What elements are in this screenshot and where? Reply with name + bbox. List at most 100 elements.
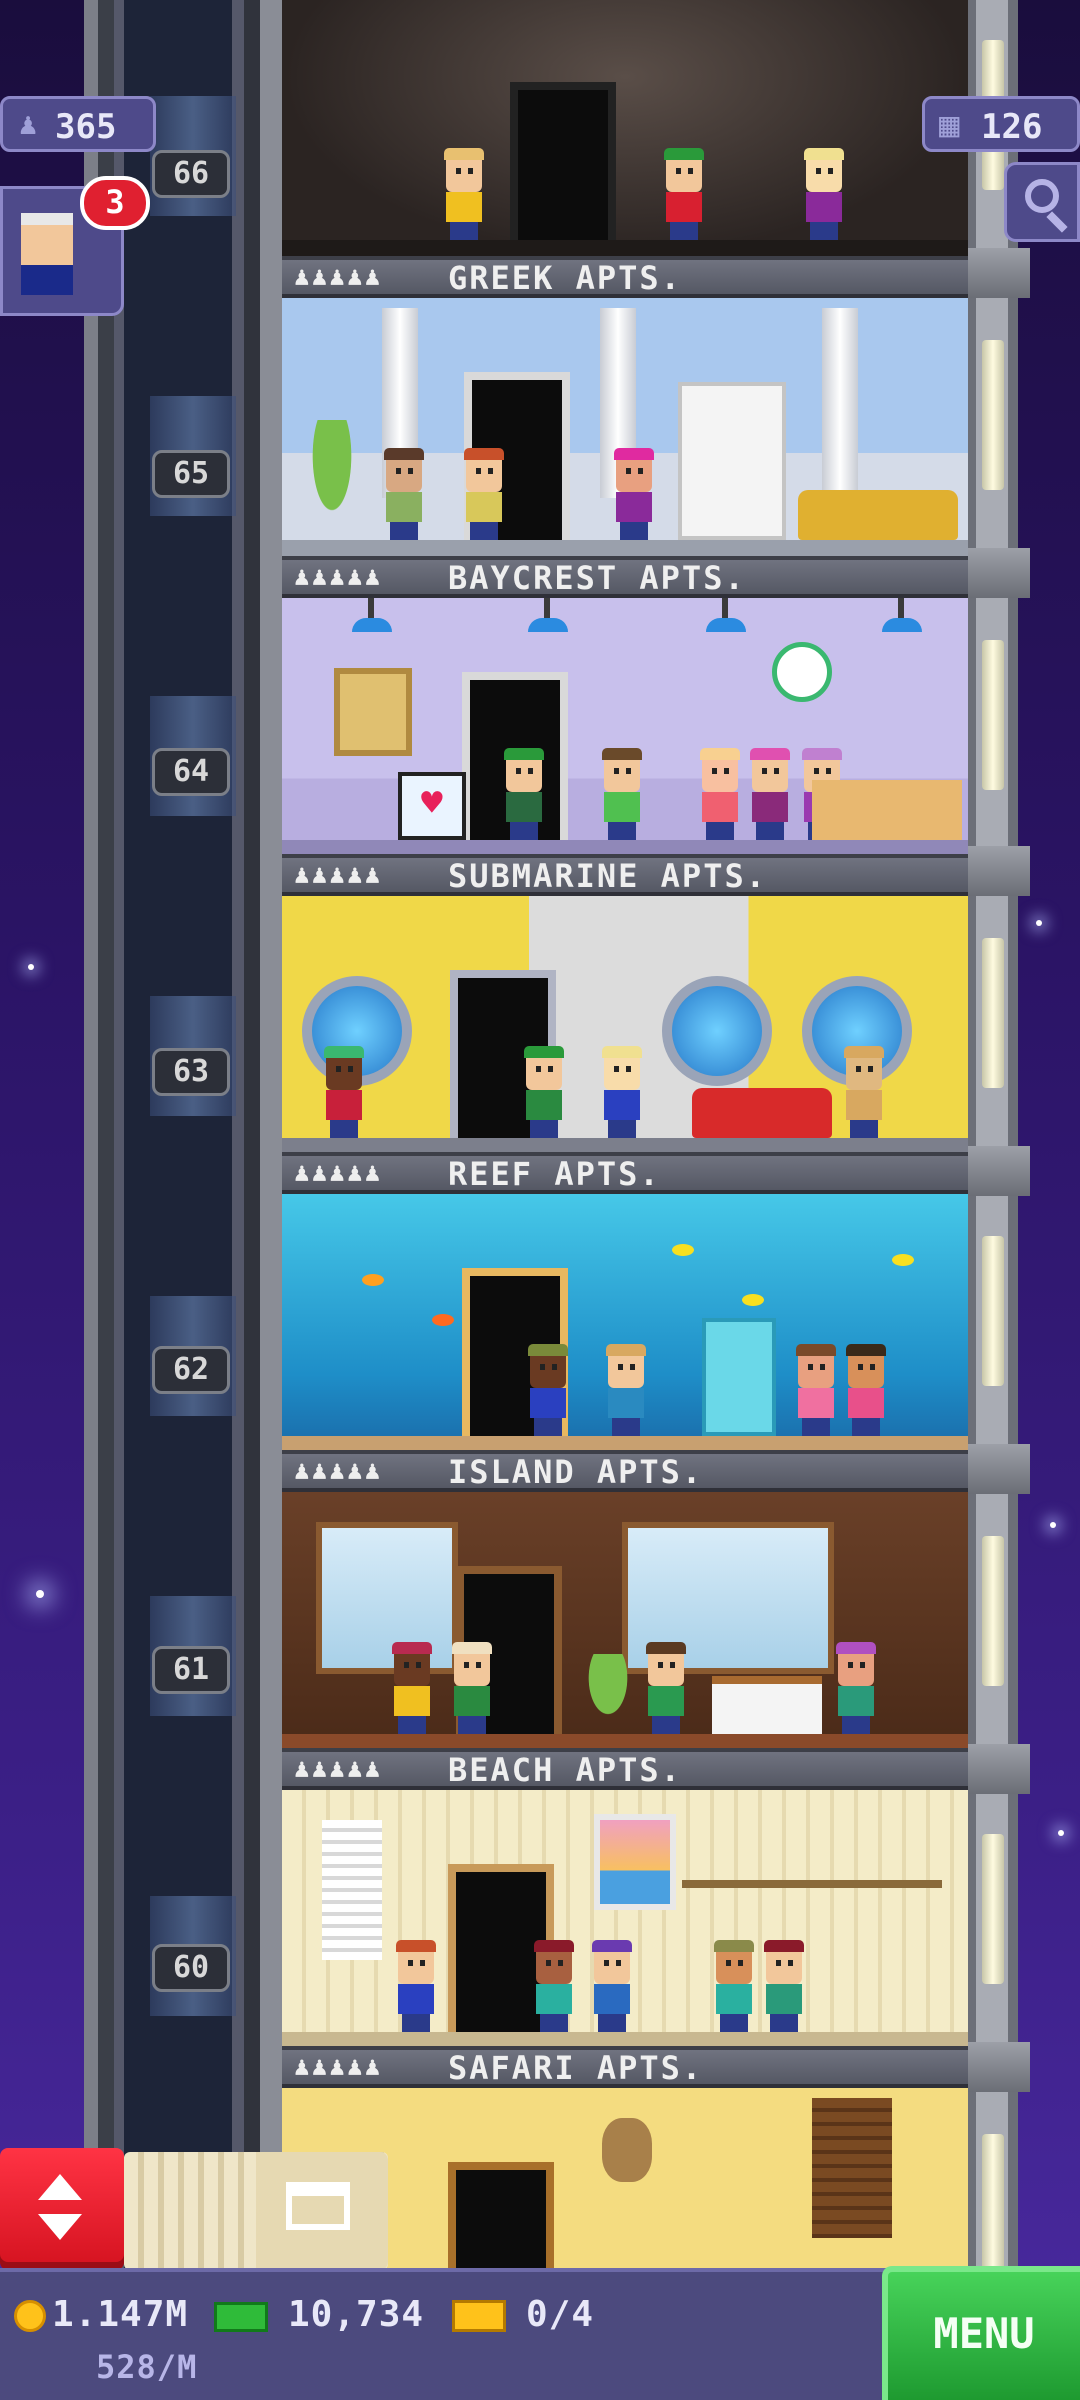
people-icon: ♟ [19, 107, 38, 142]
resident-person[interactable] [604, 1344, 648, 1436]
resident-person[interactable] [662, 148, 706, 240]
resident-person[interactable] [532, 1940, 576, 2032]
tower-scene[interactable]: 66 65 64 63 62 61 60 ♟♟♟♟♟ GREEK APTS. ♟… [0, 0, 1080, 2400]
floor-name: SAFARI APTS. [448, 2049, 704, 2087]
resident-person[interactable] [394, 1940, 438, 2032]
population-value: 365 [55, 107, 117, 147]
visitor-avatar-body [21, 265, 73, 295]
floor-counter[interactable]: ▦ 126 [922, 96, 1080, 152]
coin-icon [14, 2300, 46, 2332]
room-floor [282, 540, 968, 556]
resident-person[interactable] [712, 1940, 756, 2032]
floor-occupancy-icons: ♟♟♟♟♟ [294, 860, 383, 890]
floor-occupancy-icons: ♟♟♟♟♟ [294, 1158, 383, 1188]
resident-person[interactable] [644, 1642, 688, 1734]
pillar-light [982, 2134, 1004, 2284]
population-counter[interactable]: ♟ 365 [0, 96, 156, 152]
resident-person[interactable] [450, 1642, 494, 1734]
fish-decoration [362, 1274, 384, 1286]
crate-icon [286, 2182, 350, 2230]
floor-occupancy-icons: ♟♟♟♟♟ [294, 562, 383, 592]
floor-63[interactable]: ♟♟♟♟♟ REEF APTS. [282, 1152, 968, 1452]
floor-occupancy-icons: ♟♟♟♟♟ [294, 2052, 383, 2082]
bookshelf [678, 382, 786, 540]
floor-name: GREEK APTS. [448, 259, 682, 297]
floor-sign: ♟♟♟♟♟ BAYCREST APTS. [282, 556, 968, 598]
island-room [282, 1492, 968, 1750]
kitchen-counter [812, 780, 962, 840]
resident-person[interactable] [322, 1046, 366, 1138]
search-icon [1025, 179, 1059, 213]
room-plant [302, 420, 362, 540]
star-decoration [1058, 1830, 1064, 1836]
resident-person[interactable] [442, 148, 486, 240]
tickets-value: 0/4 [526, 2294, 595, 2335]
pillar-cap [966, 248, 1030, 298]
resident-person[interactable] [794, 1344, 838, 1436]
room-plant [578, 1654, 638, 1734]
baycrest-room: ♥ [282, 598, 968, 856]
resident-person[interactable] [462, 448, 506, 540]
room-column [822, 308, 858, 498]
floor-64[interactable]: ♟♟♟♟♟ SUBMARINE APTS. [282, 854, 968, 1154]
coins-rate: 528/M [96, 2348, 198, 2386]
floor-sign: ♟♟♟♟♟ ISLAND APTS. [282, 1450, 968, 1492]
resident-person[interactable] [842, 1046, 886, 1138]
resident-person[interactable] [502, 748, 546, 840]
floor-occupancy-icons: ♟♟♟♟♟ [294, 1456, 383, 1486]
resident-person[interactable] [600, 1046, 644, 1138]
floor-66[interactable]: ♟♟♟♟♟ GREEK APTS. [282, 256, 968, 556]
resident-person[interactable] [698, 748, 742, 840]
star-decoration [1050, 1522, 1056, 1528]
ceiling-lamp [528, 598, 568, 632]
reef-room [282, 1194, 968, 1452]
floor-name: ISLAND APTS. [448, 1453, 704, 1491]
bux-icon [214, 2302, 268, 2332]
floor-sign: ♟♟♟♟♟ GREEK APTS. [282, 256, 968, 298]
resident-person[interactable] [802, 148, 846, 240]
pillar-light [982, 340, 1004, 490]
fish-decoration [432, 1314, 454, 1326]
resident-person[interactable] [590, 1940, 634, 2032]
resident-person[interactable] [834, 1642, 878, 1734]
resident-person[interactable] [748, 748, 792, 840]
floor-name: BAYCREST APTS. [448, 559, 746, 597]
elevator-control-button[interactable] [0, 2148, 124, 2270]
floor-count-value: 126 [981, 107, 1043, 147]
fish-decoration [892, 1254, 914, 1266]
wall-painting [334, 668, 412, 756]
greek-room [282, 298, 968, 556]
floor-67-room[interactable] [282, 0, 968, 256]
room-window [316, 1522, 458, 1674]
submarine-room [282, 896, 968, 1154]
resident-person[interactable] [762, 1940, 806, 2032]
resident-person[interactable] [390, 1642, 434, 1734]
inventory-button[interactable] [256, 2152, 388, 2270]
resident-person[interactable] [612, 448, 656, 540]
room-couch [798, 490, 958, 540]
pillar-light [982, 1834, 1004, 1984]
floor-sign: ♟♟♟♟♟ SUBMARINE APTS. [282, 854, 968, 896]
clock-icon [772, 642, 832, 702]
visitor-count-badge: 3 [80, 176, 150, 230]
ceiling-lamp [882, 598, 922, 632]
pillar-cap [966, 1444, 1030, 1494]
floor-occupancy-icons: ♟♟♟♟♟ [294, 262, 383, 292]
resident-person[interactable] [382, 448, 426, 540]
menu-button[interactable]: MENU [882, 2266, 1080, 2400]
floor-65[interactable]: ♟♟♟♟♟ BAYCREST APTS. ♥ [282, 556, 968, 856]
resident-person[interactable] [522, 1046, 566, 1138]
resident-person[interactable] [526, 1344, 570, 1436]
pillar-light [982, 1236, 1004, 1386]
search-button[interactable] [1004, 162, 1080, 242]
floor-sign: ♟♟♟♟♟ REEF APTS. [282, 1152, 968, 1194]
floor-name: SUBMARINE APTS. [448, 857, 767, 895]
pillar-cap [966, 1744, 1030, 1794]
resident-person[interactable] [844, 1344, 888, 1436]
fish-decoration [672, 1244, 694, 1256]
floor-61[interactable]: ♟♟♟♟♟ BEACH APTS. [282, 1748, 968, 2048]
floor-62[interactable]: ♟♟♟♟♟ ISLAND APTS. [282, 1450, 968, 1750]
arrow-down-icon [38, 2214, 82, 2240]
tribal-mask [602, 2118, 652, 2182]
resident-person[interactable] [600, 748, 644, 840]
